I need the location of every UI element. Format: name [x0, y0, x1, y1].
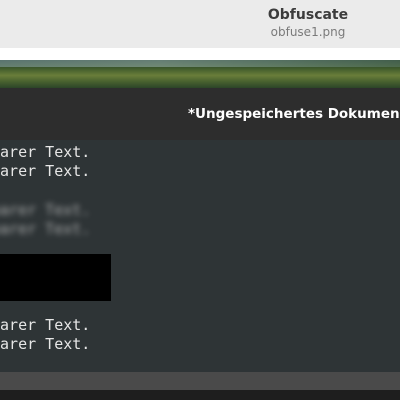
app-header-bar: Obfuscate obfuse1.png: [0, 0, 400, 49]
blurred-text-line: parer Text.: [0, 201, 91, 219]
text-line: parer Text.: [0, 162, 91, 180]
blurred-text-line: parer Text.: [0, 220, 91, 238]
app-title: Obfuscate: [267, 7, 349, 23]
text-line: parer Text.: [0, 335, 91, 353]
editor-status-bar: [0, 372, 400, 390]
redaction-box: [0, 254, 111, 301]
editor-window-titlebar: *Ungespeichertes Dokumen: [0, 88, 400, 141]
wallpaper-sky: [0, 60, 400, 67]
canvas-margin: [0, 48, 400, 60]
text-line: parer Text.: [0, 143, 91, 161]
text-line: parer Text.: [0, 316, 91, 334]
editor-document-title: *Ungespeichertes Dokumen: [188, 106, 400, 122]
bottom-strip: [0, 390, 400, 400]
app-subtitle-filename: obfuse1.png: [270, 25, 346, 39]
